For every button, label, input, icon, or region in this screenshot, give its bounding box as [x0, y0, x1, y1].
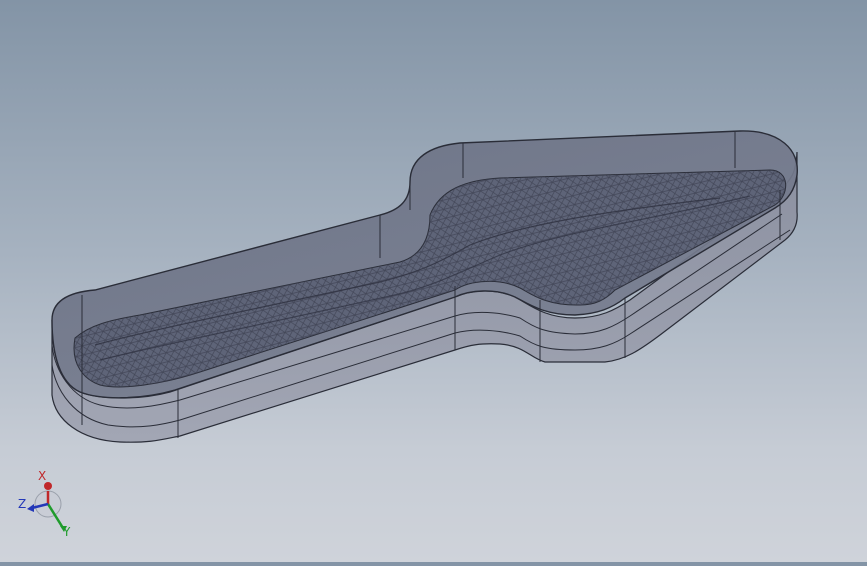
- z-axis-label: Z: [18, 497, 26, 511]
- x-axis-label: X: [38, 469, 46, 483]
- model-canvas: [51, 130, 798, 443]
- triad-icon: X Y Z: [18, 469, 71, 539]
- orientation-triad[interactable]: X Y Z: [18, 466, 78, 539]
- 3d-viewport[interactable]: X Y Z: [0, 0, 867, 562]
- x-axis-cap: [44, 482, 52, 490]
- y-axis-label: Y: [62, 525, 71, 536]
